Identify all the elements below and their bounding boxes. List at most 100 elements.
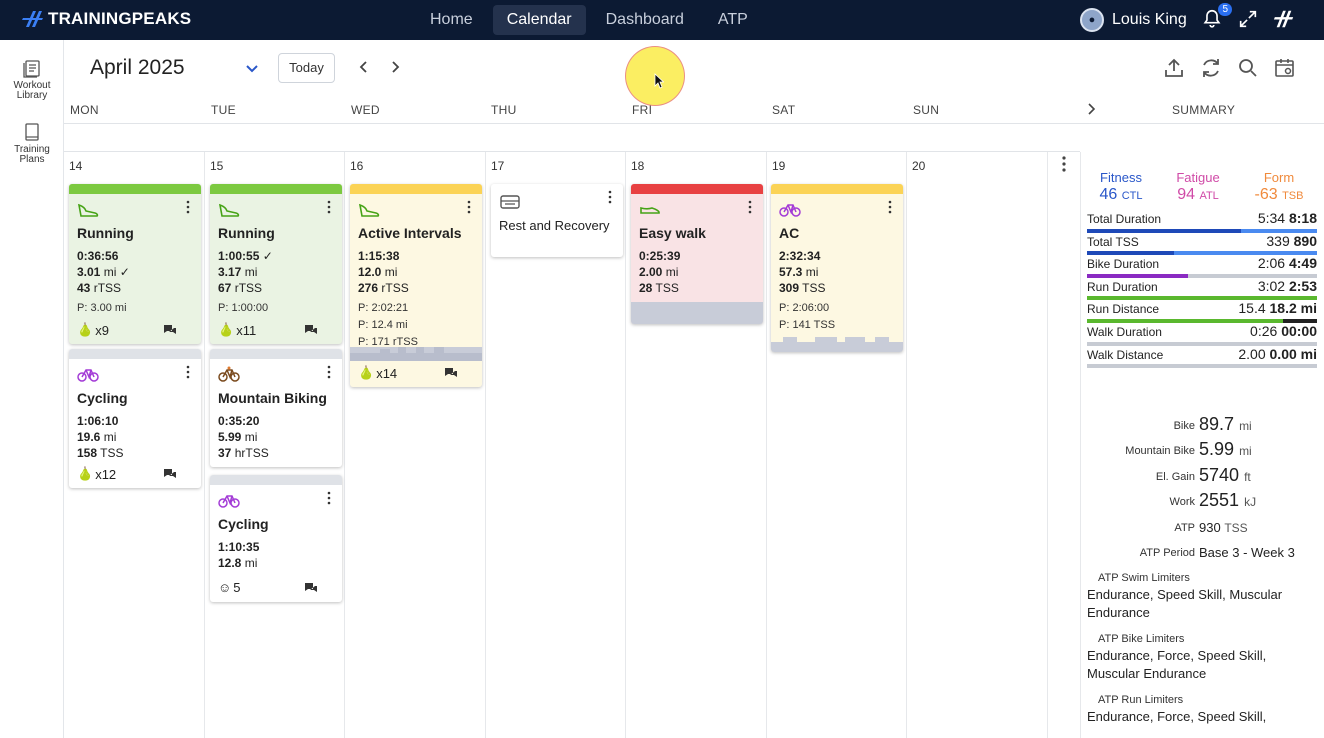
workout-distance: 3.01	[77, 265, 101, 279]
fitness-metric: Fitness 46 CTL	[1097, 170, 1145, 204]
workout-duration: 0:36:56	[77, 249, 119, 263]
card-menu-icon[interactable]	[326, 365, 332, 379]
tp-logo-button[interactable]	[1272, 8, 1296, 32]
expand-button[interactable]	[1237, 8, 1261, 32]
planned-value: P: 3.00 mi	[77, 302, 127, 314]
workout-card-mon-cycling[interactable]: Cycling 1:06:10 19.6 mi 158 TSS 🍐 x12	[69, 349, 201, 488]
bar-label: Run Distance	[1087, 302, 1160, 317]
workout-duration: 2:32:34	[779, 249, 821, 263]
running-shoe-icon	[358, 203, 380, 217]
tss-unit: TSS	[100, 446, 124, 460]
bar-fill	[1087, 364, 1317, 369]
card-menu-icon[interactable]	[747, 200, 753, 214]
distance-unit: mi	[244, 556, 258, 570]
summary-header: SUMMARY	[1172, 103, 1236, 117]
user-name: Louis King	[1112, 11, 1187, 28]
user-menu[interactable]: ● Louis King	[1080, 8, 1187, 32]
compliance-stripe	[69, 349, 201, 359]
stat-label: ATP Period	[1139, 546, 1195, 559]
previous-week-button[interactable]	[355, 58, 373, 76]
day-column-sun[interactable]: 20	[907, 152, 1048, 738]
workout-card-wed-active-intervals[interactable]: Active Intervals 1:15:38 12.0 mi 276 rTS…	[350, 184, 482, 387]
next-week-button[interactable]	[386, 58, 404, 76]
atp-swim-limiters: ATP Swim Limiters Endurance, Speed Skill…	[1087, 572, 1317, 622]
workout-duration: 1:15:38	[358, 249, 400, 263]
stat-label: ATP	[1174, 521, 1195, 534]
planned-distance: P: 12.4 mi	[358, 319, 408, 331]
calendar-settings-button[interactable]	[1273, 56, 1297, 80]
workout-title: Active Intervals	[358, 225, 462, 241]
card-menu-icon[interactable]	[607, 190, 613, 204]
workout-card-tue-mountain-biking[interactable]: Mountain Biking 0:35:20 5.99 mi 37 hrTSS	[210, 349, 342, 467]
workout-title: Running	[77, 225, 134, 241]
week-options-icon[interactable]	[1061, 156, 1067, 172]
day-header-row: MON TUE WED THU FRI SAT SUN SUMMARY	[64, 96, 1324, 124]
workout-card-tue-running[interactable]: Running 1:00:55 ✓ 3.17 mi 67 rTSS P: 1:0…	[210, 184, 342, 344]
book-icon	[25, 123, 39, 141]
notification-badge: 5	[1218, 3, 1232, 16]
tss-unit: rTSS	[381, 281, 409, 295]
workout-distance: 12.8	[218, 556, 242, 570]
comments-icon[interactable]	[304, 582, 318, 594]
workout-title: Easy walk	[639, 225, 706, 241]
bar-track	[1087, 364, 1317, 369]
upload-button[interactable]	[1162, 56, 1186, 80]
bar-value: 0:26 00:00	[1250, 322, 1317, 339]
sidebar-label-line2: Library	[16, 90, 48, 101]
notifications-button[interactable]: 5	[1201, 3, 1232, 32]
comments-icon[interactable]	[163, 468, 177, 480]
running-shoe-icon	[218, 203, 240, 217]
date-number: 20	[912, 159, 926, 173]
distance-unit: mi	[244, 265, 258, 279]
workout-card-sat-ac[interactable]: AC 2:32:34 57.3 mi 309 TSS P: 2:06:00 P:…	[771, 184, 903, 352]
compliance-stripe	[69, 184, 201, 194]
sidebar-item-workout-library[interactable]: Workout Library	[0, 58, 64, 101]
library-icon	[23, 60, 40, 78]
brand-logo[interactable]: TRAININGPEAKS	[22, 9, 191, 29]
date-number: 16	[350, 159, 364, 173]
card-menu-icon[interactable]	[466, 200, 472, 214]
month-dropdown[interactable]	[242, 58, 262, 78]
planned-duration: P: 2:06:00	[779, 302, 830, 314]
comments-icon[interactable]	[163, 324, 177, 336]
card-menu-icon[interactable]	[326, 491, 332, 505]
kudos-count: x9	[95, 322, 109, 338]
card-menu-icon[interactable]	[887, 200, 893, 214]
tp-icon	[1273, 10, 1294, 28]
sidebar-item-training-plans[interactable]: Training Plans	[0, 122, 64, 165]
search-button[interactable]	[1236, 56, 1260, 80]
limiter-text: Endurance, Force, Speed Skill, Muscular …	[1087, 648, 1267, 681]
summary-bar-row: Total TSS 339 890	[1087, 233, 1317, 258]
comments-icon[interactable]	[444, 367, 458, 379]
workout-card-fri-easy-walk[interactable]: Easy walk 0:25:39 2.00 mi 28 TSS	[631, 184, 763, 324]
sync-button[interactable]	[1199, 56, 1223, 80]
card-menu-icon[interactable]	[326, 200, 332, 214]
nav-tab-atp[interactable]: ATP	[704, 5, 762, 35]
nav-tab-dashboard[interactable]: Dashboard	[592, 5, 698, 35]
brand-name: TRAININGPEAKS	[48, 9, 192, 28]
distance-unit: mi	[103, 265, 117, 279]
chevron-right-icon[interactable]	[1084, 102, 1098, 116]
nav-tab-calendar[interactable]: Calendar	[492, 5, 586, 35]
planned-tss: P: 141 TSS	[779, 319, 836, 331]
tss-unit: TSS	[802, 281, 826, 295]
stat-label: Work	[1169, 496, 1195, 509]
today-button[interactable]: Today	[278, 53, 335, 83]
workout-tss: 37	[218, 446, 232, 460]
stat-label: Bike	[1173, 420, 1195, 432]
card-menu-icon[interactable]	[185, 200, 191, 214]
card-menu-icon[interactable]	[185, 365, 191, 379]
nav-tab-home[interactable]: Home	[416, 5, 487, 35]
bar-value: 2:06 4:49	[1257, 255, 1317, 272]
kudos-icon: 🍐	[218, 322, 235, 337]
note-card-rest-and-recovery[interactable]: Rest and Recovery	[491, 184, 623, 257]
workout-card-tue-cycling[interactable]: Cycling 1:10:35 12.8 mi ☺ 5	[210, 475, 342, 602]
bike-icon	[218, 495, 240, 508]
workout-card-mon-running[interactable]: Running 0:36:56 3.01 mi ✓ 43 rTSS P: 3.0…	[69, 184, 201, 344]
date-number: 14	[69, 159, 83, 173]
calendar-gear-icon	[1275, 59, 1294, 77]
month-title[interactable]: April 2025	[90, 56, 185, 80]
limiter-label: ATP Run Limiters	[1098, 694, 1184, 706]
day-header-sun: SUN	[913, 103, 940, 117]
comments-icon[interactable]	[304, 324, 318, 336]
